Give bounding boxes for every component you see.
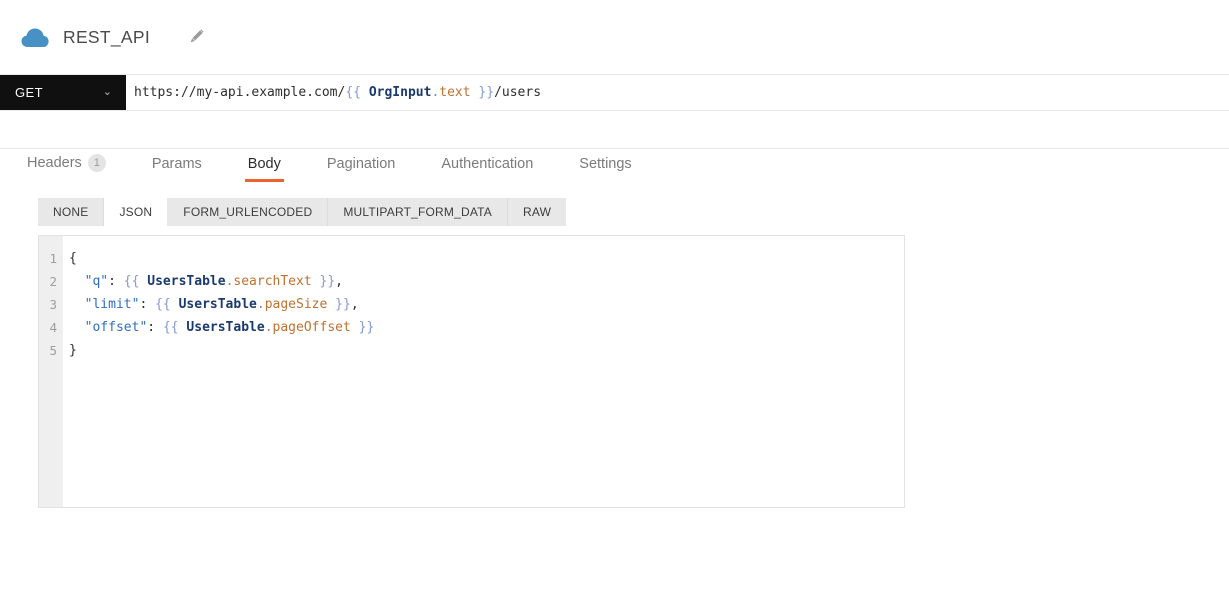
line-number: 3 <box>49 297 57 312</box>
http-method-value: GET <box>15 85 43 100</box>
code-token-property: searchText <box>233 274 312 289</box>
cloud-icon <box>21 28 49 47</box>
tab-label: Settings <box>579 156 632 172</box>
tab-body[interactable]: Body <box>244 156 284 182</box>
code-token-widget: UsersTable <box>178 297 257 312</box>
code-token-key: "limit" <box>84 297 140 312</box>
code-token-plain: : <box>108 274 124 289</box>
code-token-key: "offset" <box>84 320 148 335</box>
body-type-tab-form_urlencoded[interactable]: FORM_URLENCODED <box>168 198 329 226</box>
code-line: } <box>69 339 904 362</box>
line-number: 5 <box>49 343 57 358</box>
code-token-plain: { <box>69 251 77 266</box>
code-token-dot: . <box>431 85 440 100</box>
code-token-property: pageOffset <box>272 320 351 335</box>
url-input[interactable]: https://my-api.example.com/{{ OrgInput. t… <box>126 75 1229 110</box>
code-token-widget: UsersTable <box>186 320 265 335</box>
code-token-dot: . <box>256 297 265 312</box>
line-number: 4 <box>49 320 57 335</box>
code-token-property: text <box>439 85 471 100</box>
http-method-select[interactable]: GET ⌄ <box>0 75 126 110</box>
code-token-plain: : <box>147 320 163 335</box>
page-title: REST_API <box>63 26 151 47</box>
tab-label: Body <box>247 156 281 172</box>
code-token-plain: : <box>139 297 156 312</box>
code-line: "q": {{ UsersTable.searchText }}, <box>69 270 904 293</box>
code-token-dot: . <box>264 320 273 335</box>
code-token-plain: https://my-api.example.com/ <box>134 85 346 100</box>
body-type-tab-json[interactable]: JSON <box>104 198 169 226</box>
chevron-down-icon: ⌄ <box>102 86 112 98</box>
code-token-brace: }} <box>311 274 336 289</box>
tab-pagination[interactable]: Pagination <box>324 156 399 182</box>
code-token-plain: , <box>350 297 359 312</box>
code-token-plain: } <box>69 343 77 358</box>
request-bar: GET ⌄ https://my-api.example.com/{{ OrgI… <box>0 74 1229 111</box>
code-token-widget: UsersTable <box>147 274 226 289</box>
headers-count-badge: 1 <box>87 154 106 172</box>
pencil-icon[interactable] <box>187 28 205 46</box>
body-type-tab-multipart_form_data[interactable]: MULTIPART_FORM_DATA <box>328 198 509 226</box>
code-token-brace: {{ <box>123 274 148 289</box>
code-token-brace: }} <box>350 320 375 335</box>
code-token-plain: /users <box>494 85 542 100</box>
editor-code-area[interactable]: { "q": {{ UsersTable.searchText }}, "lim… <box>63 236 904 507</box>
api-header: REST_API <box>0 0 1229 74</box>
tab-label: Headers <box>27 155 82 171</box>
code-token-plain: , <box>335 274 343 289</box>
code-line: "offset": {{ UsersTable.pageOffset }} <box>69 316 904 339</box>
tab-label: Params <box>151 156 202 172</box>
request-tabs: Headers 1 Params Body Pagination Authenticati… <box>0 148 1229 182</box>
body-type-tabs: NONE JSON FORM_URLENCODED MULTIPART_FORM_DA… <box>38 198 567 226</box>
code-token-brace: }} <box>327 297 351 312</box>
code-token-brace: {{ <box>345 85 369 100</box>
tab-settings[interactable]: Settings <box>576 156 634 182</box>
code-line: "limit": {{ UsersTable.pageSize }}, <box>69 293 904 316</box>
code-token-brace: {{ <box>162 320 187 335</box>
body-type-tab-none[interactable]: NONE <box>38 198 105 226</box>
tab-headers[interactable]: Headers 1 <box>24 154 109 182</box>
body-type-tab-raw[interactable]: RAW <box>508 198 566 226</box>
tab-label: Authentication <box>441 156 534 172</box>
editor-line-number-gutter: 1 2 3 4 5 <box>39 236 63 507</box>
tab-authentication[interactable]: Authentication <box>438 156 536 182</box>
code-token-brace: }} <box>470 85 495 100</box>
tab-params[interactable]: Params <box>149 156 205 182</box>
code-line: { <box>69 247 904 270</box>
code-token-brace: {{ <box>155 297 179 312</box>
line-number: 1 <box>49 251 57 266</box>
code-token-key: "q" <box>84 274 109 289</box>
code-token-widget: OrgInput <box>368 85 432 100</box>
json-body-editor[interactable]: 12345 { "q": {{ UsersTable.searchText }}… <box>38 235 905 508</box>
tab-label: Pagination <box>326 156 396 172</box>
code-token-property: pageSize <box>264 297 328 312</box>
line-number: 2 <box>49 274 57 289</box>
